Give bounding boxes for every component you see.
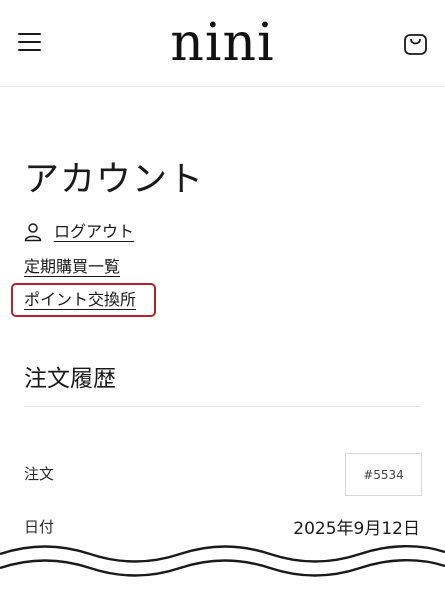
subscription-list-link[interactable]: 定期購買一覧	[24, 256, 120, 278]
order-date: 2025年9月12日	[293, 519, 420, 539]
points-exchange-link[interactable]: ポイント交換所	[24, 289, 136, 311]
order-label: 注文	[24, 465, 55, 483]
order-history-title: 注文履歴	[24, 366, 116, 392]
user-icon	[24, 223, 42, 242]
site-logo[interactable]: nini	[0, 6, 445, 80]
shopping-bag-icon[interactable]	[402, 30, 430, 58]
section-divider	[24, 406, 421, 407]
logout-link[interactable]: ログアウト	[54, 221, 134, 243]
date-label: 日付	[24, 518, 55, 536]
page-title: アカウント	[24, 160, 205, 200]
order-number-button[interactable]: #5534	[345, 453, 422, 496]
site-header: nini	[0, 0, 445, 87]
torn-edge-divider	[0, 545, 445, 600]
